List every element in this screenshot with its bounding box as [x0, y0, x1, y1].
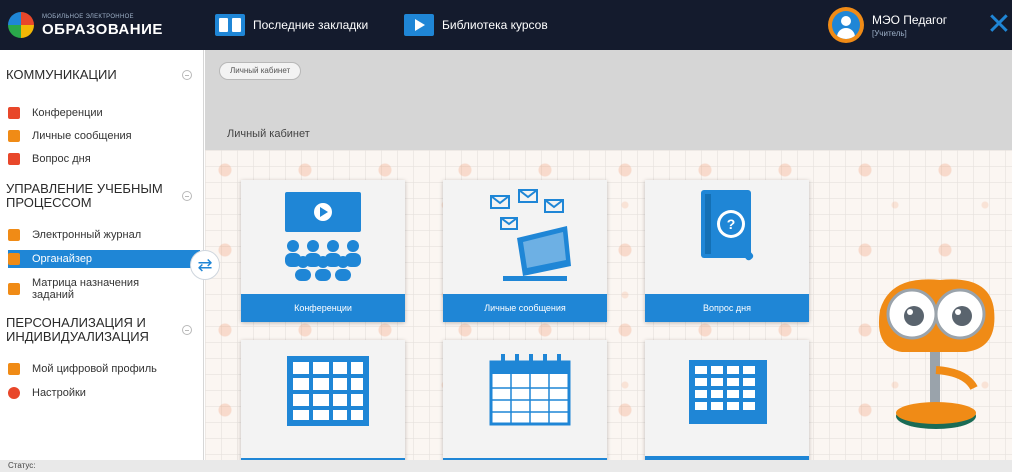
matrix-icon	[8, 283, 20, 295]
journal-icon	[8, 229, 20, 241]
nav-recent-bookmarks[interactable]: Последние закладки	[215, 10, 368, 40]
page-title: Личный кабинет	[227, 128, 310, 140]
nav-course-library[interactable]: Библиотека курсов	[404, 10, 548, 40]
sidebar-section-communications[interactable]: Коммуникации	[6, 68, 200, 82]
user-avatar-icon	[828, 7, 864, 43]
sidebar-section-learning-management[interactable]: Управление учебным процессом	[6, 182, 200, 210]
conference-icon	[8, 107, 20, 119]
tile-label: Личные сообщения	[443, 294, 607, 322]
messages-icon	[8, 130, 20, 142]
top-bar: Мобильное электронное ОБРАЗОВАНИЕ Послед…	[0, 0, 1012, 50]
robot-mascot-icon	[878, 279, 995, 429]
toggle-sidebar-icon[interactable]: ⇄	[190, 250, 220, 280]
question-icon	[8, 153, 20, 165]
nav-recent-bookmarks-label: Последние закладки	[253, 18, 369, 32]
logo-big-text: ОБРАЗОВАНИЕ	[42, 20, 163, 38]
tile-label: Конференции	[241, 294, 405, 322]
settings-icon	[8, 387, 20, 399]
nav-course-library-label: Библиотека курсов	[442, 18, 548, 32]
sidebar-item-journal[interactable]: Электронный журнал	[8, 228, 200, 242]
collapse-icon[interactable]	[182, 325, 192, 335]
sidebar-item-conferences[interactable]: Конференции	[8, 106, 200, 120]
logo-small-text: Мобильное электронное	[42, 13, 134, 20]
sidebar: Коммуникации Конференции Личные сообщени…	[0, 50, 204, 472]
tile-messages[interactable]: Личные сообщения	[443, 180, 607, 322]
status-bar: Статус:	[0, 460, 1012, 472]
sidebar-item-digital-profile[interactable]: Мой цифровой профиль	[8, 362, 200, 376]
sidebar-item-messages[interactable]: Личные сообщения	[8, 129, 200, 143]
conference-tile-icon	[285, 192, 361, 281]
sidebar-item-task-matrix[interactable]: Матрица назначения заданий	[8, 276, 200, 302]
logo-icon	[8, 12, 34, 38]
sidebar-item-label: Личные сообщения	[32, 130, 132, 142]
sidebar-item-organizer[interactable]: Органайзер	[8, 250, 200, 268]
sidebar-item-label: Настройки	[32, 387, 86, 399]
play-icon	[404, 14, 434, 36]
sidebar-section-title: Управление учебным процессом	[6, 181, 163, 210]
profile-icon	[8, 363, 20, 375]
collapse-icon[interactable]	[182, 191, 192, 201]
journal-tile-icon	[287, 356, 369, 426]
sidebar-item-label: Мой цифровой профиль	[32, 363, 157, 375]
user-menu[interactable]: МЭО Педагог [Учитель]	[828, 6, 947, 44]
matrix-tile-icon	[689, 360, 767, 424]
sidebar-item-settings[interactable]: Настройки	[8, 386, 200, 400]
sidebar-section-title: Коммуникации	[6, 67, 117, 82]
svg-text:?: ?	[727, 216, 736, 232]
organizer-tile-icon	[489, 354, 571, 426]
user-info: МЭО Педагог [Учитель]	[872, 13, 947, 38]
sidebar-item-label: Матрица назначения заданий	[32, 277, 140, 301]
user-name: МЭО Педагог	[872, 12, 948, 27]
sidebar-item-question-of-day[interactable]: Вопрос дня	[8, 152, 200, 166]
tile-task-matrix[interactable]: Матрица назначения	[645, 340, 809, 472]
logo[interactable]: Мобильное электронное ОБРАЗОВАНИЕ	[8, 6, 163, 44]
breadcrumb[interactable]: Личный кабинет	[219, 62, 302, 80]
sidebar-section-title: Персонализация и индивидуализация	[6, 315, 149, 344]
tile-question-of-day[interactable]: ? Вопрос дня	[645, 180, 809, 322]
sidebar-item-label: Вопрос дня	[32, 153, 91, 165]
tile-organizer[interactable]	[443, 340, 607, 472]
messages-tile-icon	[490, 189, 571, 281]
question-tile-icon: ?	[701, 190, 754, 261]
tile-conferences[interactable]: Конференции	[241, 180, 405, 322]
user-role: [Учитель]	[872, 28, 907, 38]
logo-text: Мобильное электронное ОБРАЗОВАНИЕ	[42, 14, 163, 37]
sidebar-item-label: Конференции	[32, 107, 103, 119]
tile-journal[interactable]	[241, 340, 405, 472]
book-icon	[215, 14, 245, 36]
sidebar-item-label: Органайзер	[32, 253, 93, 265]
sidebar-section-personalization[interactable]: Персонализация и индивидуализация	[6, 316, 200, 344]
tile-label: Вопрос дня	[645, 294, 809, 322]
collapse-icon[interactable]	[182, 70, 192, 80]
sidebar-item-label: Электронный журнал	[32, 229, 142, 241]
organizer-icon	[8, 253, 20, 265]
app-window: Мобильное электронное ОБРАЗОВАНИЕ Послед…	[0, 0, 1012, 472]
status-label: Статус:	[8, 461, 36, 470]
close-icon[interactable]: ✕	[986, 8, 1012, 42]
